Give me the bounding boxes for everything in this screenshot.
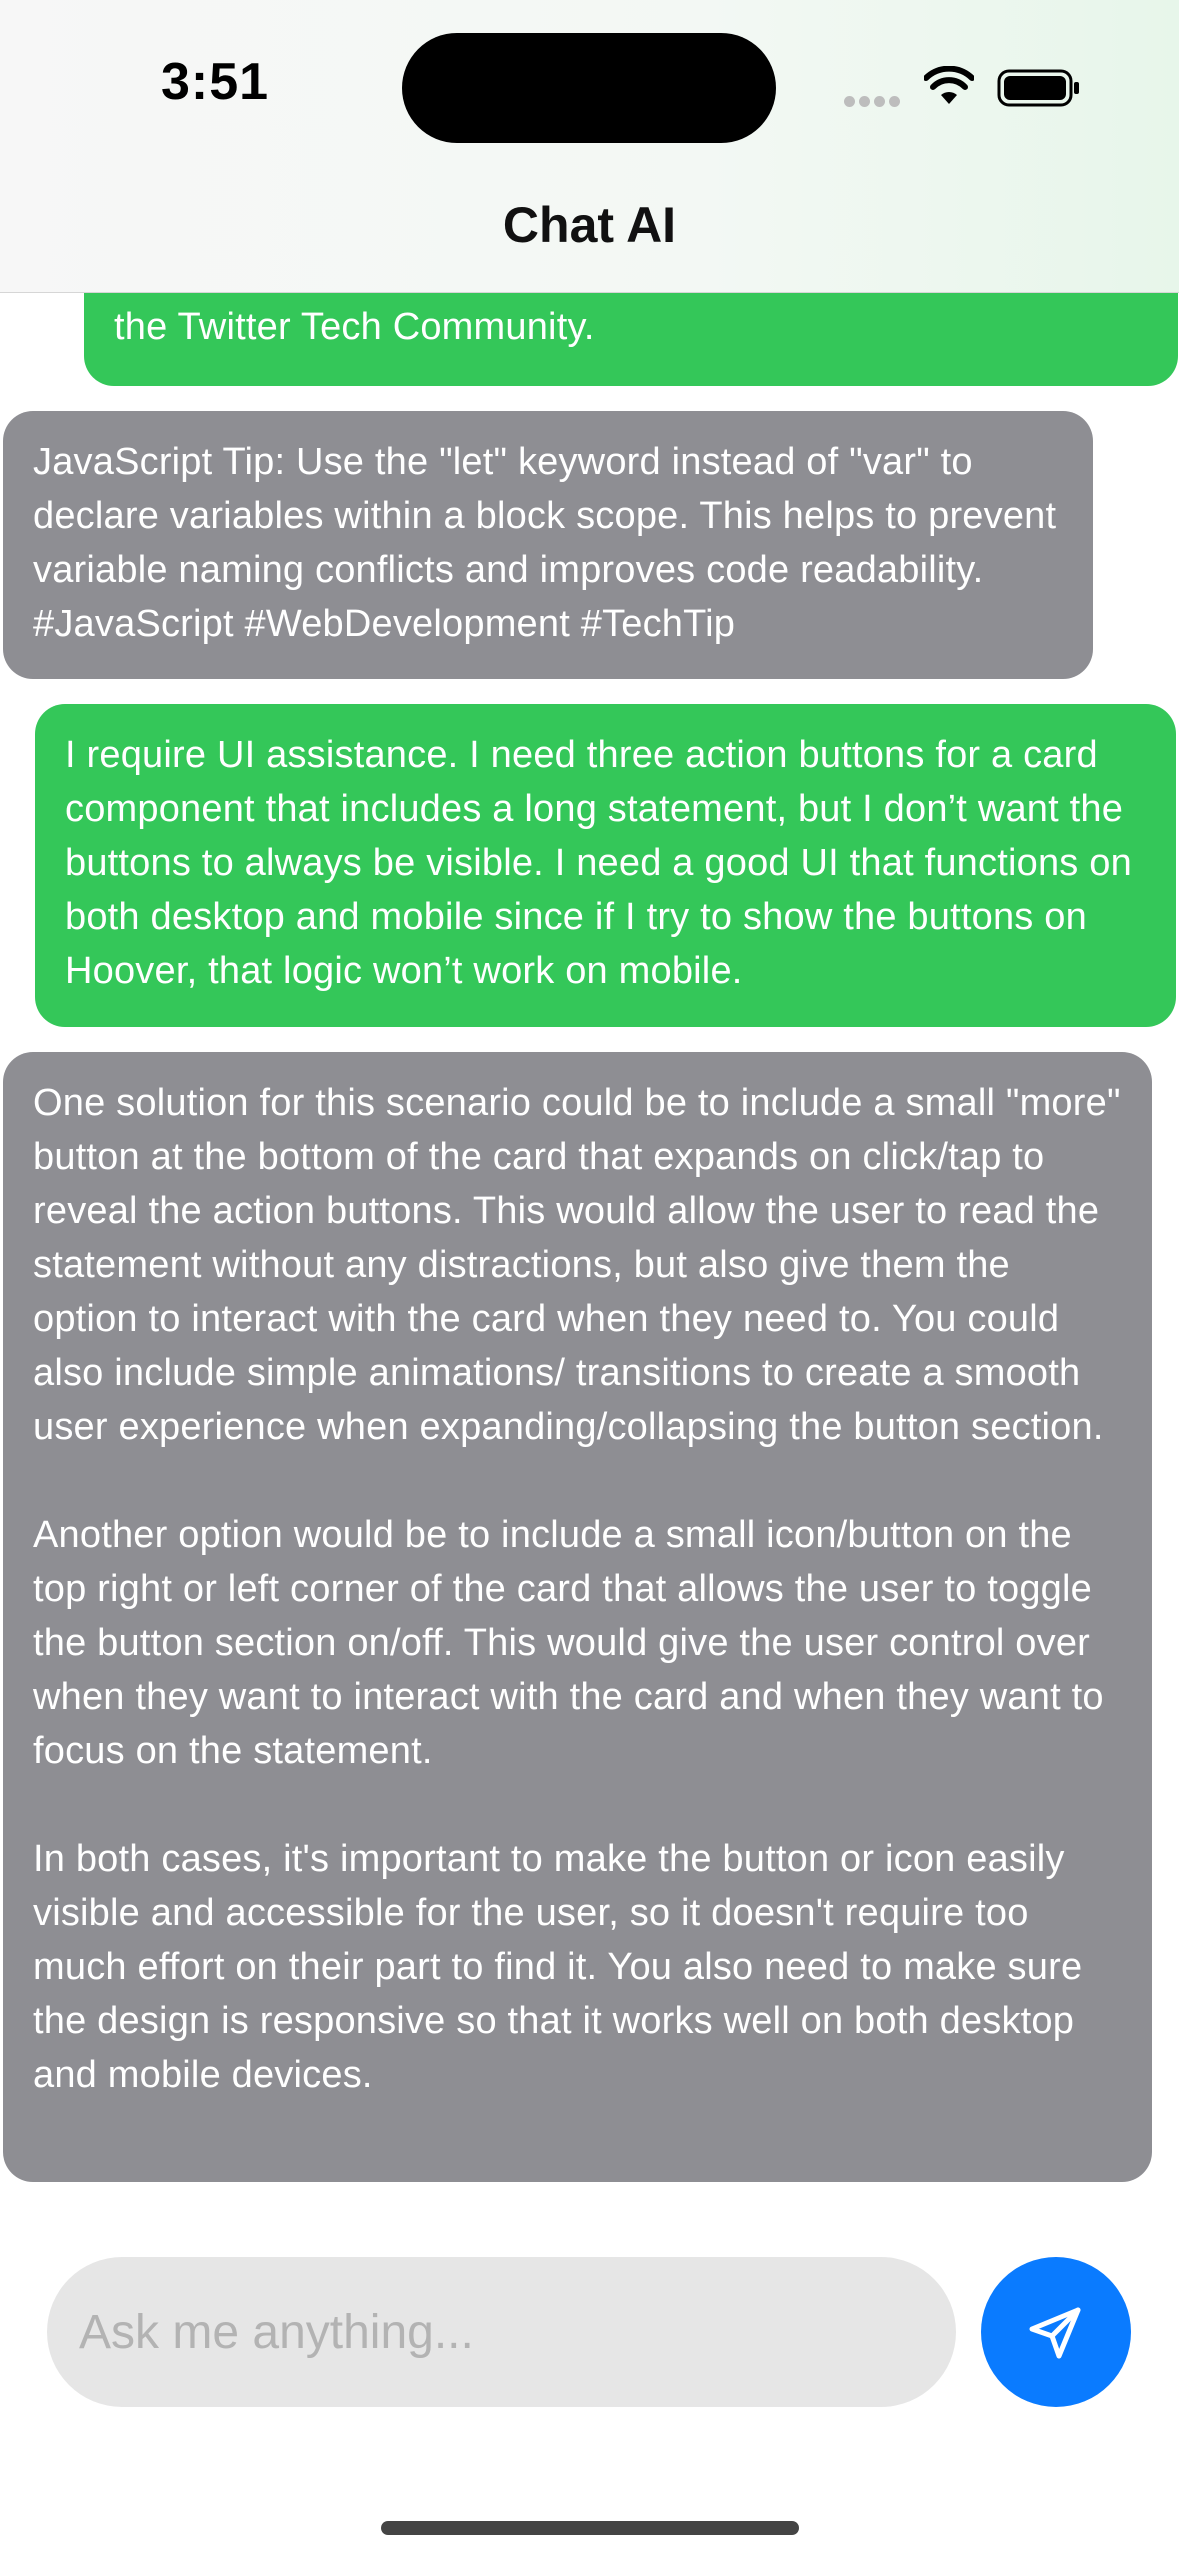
paper-plane-icon (1029, 2307, 1081, 2359)
home-indicator[interactable] (381, 2521, 799, 2535)
status-bar-time: 3:51 (160, 53, 270, 111)
header: 3:51 Chat AI (0, 0, 1179, 293)
wifi-icon (924, 66, 974, 104)
send-button[interactable] (981, 2257, 1131, 2407)
message-input[interactable] (47, 2257, 956, 2407)
chat-screen: the Twitter Tech Community. JavaScript T… (0, 0, 1179, 2556)
message-list[interactable]: the Twitter Tech Community. JavaScript T… (0, 0, 1179, 2200)
assistant-message-bubble: One solution for this scenario could be … (3, 1052, 1152, 2182)
dynamic-island (402, 33, 776, 143)
battery-icon (997, 69, 1079, 107)
user-message-bubble: I require UI assistance. I need three ac… (35, 704, 1176, 1027)
page-title: Chat AI (502, 197, 677, 253)
cellular-signal-icon (844, 94, 906, 107)
assistant-message-bubble: JavaScript Tip: Use the "let" keyword in… (3, 411, 1093, 679)
